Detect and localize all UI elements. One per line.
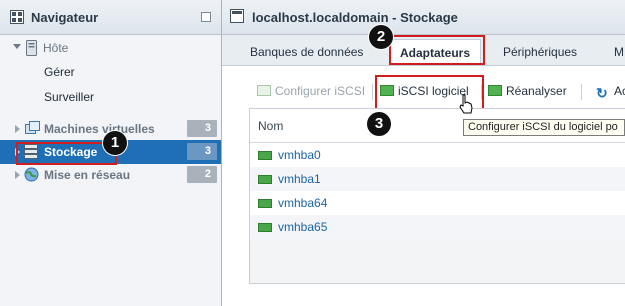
nav-item-monitor[interactable]: Surveiller <box>0 85 221 109</box>
chevron-right-icon[interactable] <box>15 171 20 179</box>
navigator-header: Navigateur <box>0 0 221 35</box>
highlight-adapters-tab <box>389 35 485 65</box>
step-marker-1: 1 <box>103 131 127 155</box>
refresh-button[interactable]: ↻ Ac <box>596 82 625 101</box>
window-toggle-icon[interactable] <box>201 12 211 22</box>
storage-count-badge: 3 <box>187 143 217 160</box>
page-title: localhost.localdomain - Stockage <box>252 10 458 25</box>
adapter-name[interactable]: vmhba64 <box>278 196 327 210</box>
chevron-down-icon[interactable] <box>13 44 21 49</box>
rescan-label: Réanalyser <box>506 84 567 98</box>
adapter-name[interactable]: vmhba1 <box>278 172 321 186</box>
network-globe-icon <box>24 167 39 182</box>
adapter-icon <box>258 223 272 232</box>
table-row[interactable]: vmhba65 <box>250 215 625 239</box>
table-row[interactable]: vmhba1 <box>250 167 625 191</box>
adapter-name[interactable]: vmhba0 <box>278 148 321 162</box>
main-header: localhost.localdomain - Stockage <box>222 0 625 35</box>
iscsi-icon <box>257 85 271 96</box>
window-icon <box>230 9 244 23</box>
hand-cursor-icon <box>459 94 473 114</box>
vm-count-badge: 3 <box>187 120 217 137</box>
navigator-panel: Navigateur Hôte Gérer Surveiller Machine… <box>0 0 222 306</box>
table-row[interactable]: vmhba0 <box>250 143 625 167</box>
configure-iscsi-button[interactable]: Configurer iSCSI <box>257 82 367 100</box>
adapter-name[interactable]: vmhba65 <box>278 220 327 234</box>
table-row[interactable]: vmhba64 <box>250 191 625 215</box>
step-marker-3: 3 <box>367 112 391 136</box>
step-marker-2: 2 <box>369 25 393 49</box>
rescan-icon <box>488 85 502 96</box>
refresh-icon: ↻ <box>596 85 608 101</box>
column-name-header[interactable]: Nom <box>258 119 283 133</box>
refresh-label: Ac <box>614 84 625 98</box>
nav-item-manage[interactable]: Gérer <box>0 60 221 84</box>
configure-iscsi-label: Configurer iSCSI <box>275 84 366 98</box>
highlight-storage <box>16 142 117 165</box>
adapter-icon <box>258 175 272 184</box>
tooltip: Configurer iSCSI du logiciel po <box>463 119 625 136</box>
virtual-machine-icon <box>25 121 40 134</box>
adapter-icon <box>258 151 272 160</box>
navigator-title: Navigateur <box>31 10 99 25</box>
toolbar-divider <box>372 84 373 100</box>
nav-monitor-label: Surveiller <box>44 90 95 104</box>
rescan-button[interactable]: Réanalyser <box>488 82 578 100</box>
tab-more[interactable]: M <box>614 39 624 65</box>
host-icon <box>26 40 37 56</box>
toolbar-divider <box>581 84 582 100</box>
tab-devices[interactable]: Périphériques <box>503 39 577 65</box>
adapter-icon <box>258 199 272 208</box>
main-panel: localhost.localdomain - Stockage Banques… <box>222 0 625 306</box>
nav-network-label: Mise en réseau <box>44 168 131 182</box>
chevron-right-icon[interactable] <box>15 125 20 133</box>
nav-vm-label: Machines virtuelles <box>44 122 155 136</box>
tab-datastores[interactable]: Banques de données <box>250 39 363 65</box>
navigator-icon <box>10 10 24 24</box>
nav-item-networking[interactable]: Mise en réseau 2 <box>0 163 221 187</box>
nav-manage-label: Gérer <box>44 65 75 79</box>
network-count-badge: 2 <box>187 166 217 183</box>
nav-host-label: Hôte <box>43 41 69 55</box>
nav-item-host[interactable]: Hôte <box>0 36 221 60</box>
